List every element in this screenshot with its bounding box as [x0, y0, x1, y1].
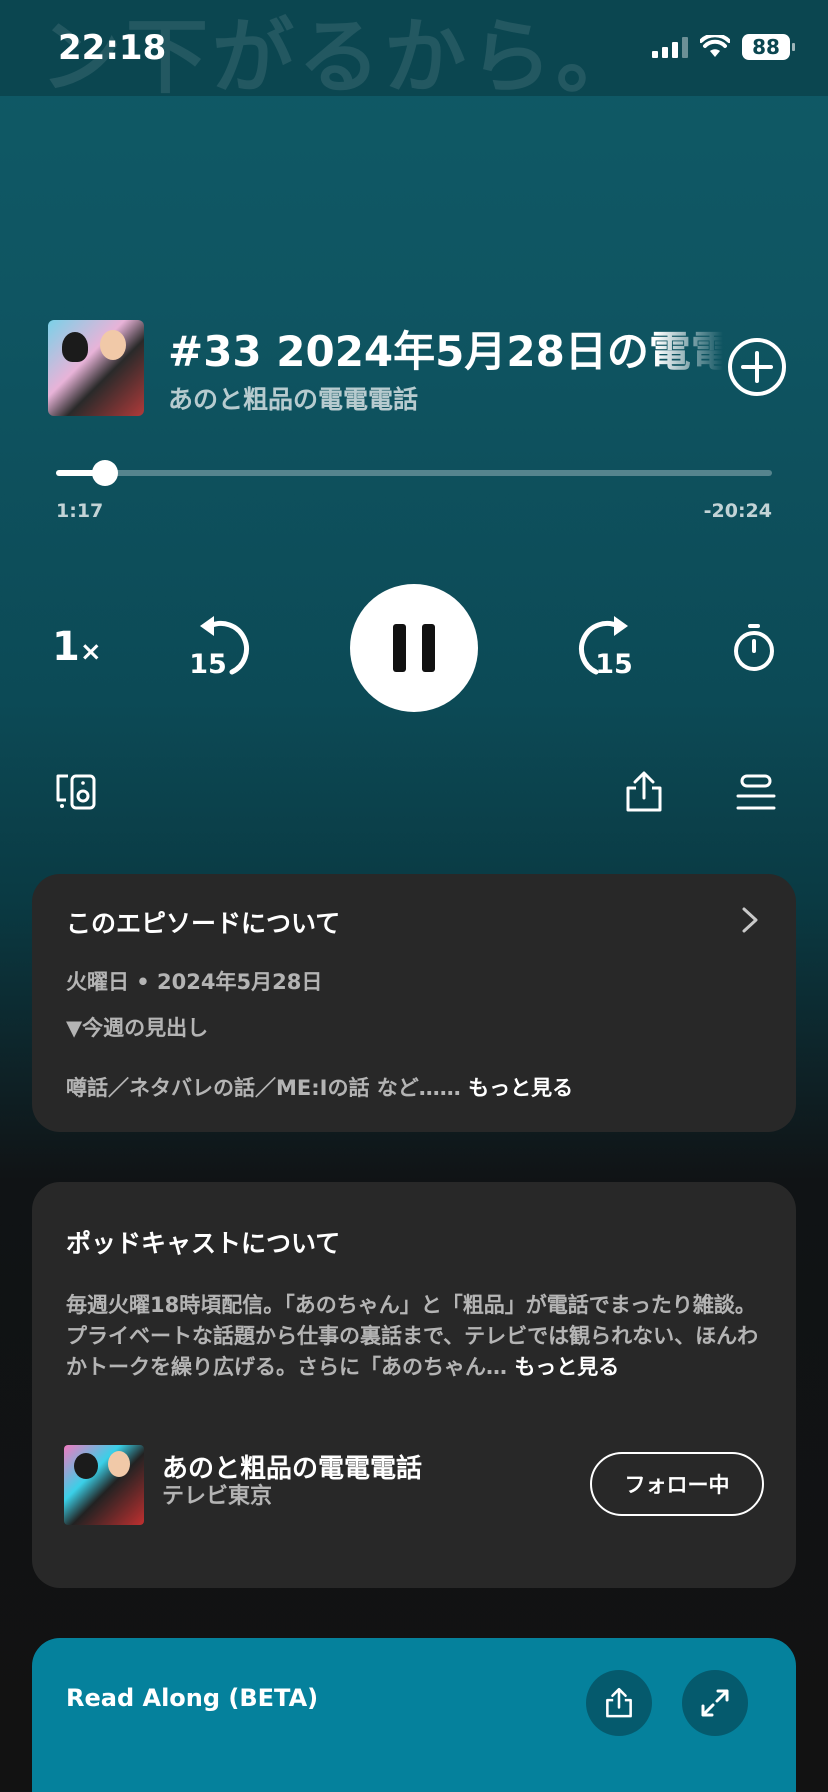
- episode-info-card[interactable]: このエピソードについて 火曜日 • 2024年5月28日 ▼今週の見出し 噂話／…: [32, 874, 796, 1132]
- skip-forward-button[interactable]: 15: [572, 612, 638, 682]
- time-elapsed: 1:17: [56, 500, 104, 522]
- read-along-expand-button[interactable]: [682, 1670, 748, 1736]
- add-to-library-icon[interactable]: [726, 336, 788, 398]
- playback-speed-button[interactable]: 1×: [52, 624, 102, 670]
- progress-bar[interactable]: [56, 460, 772, 486]
- secondary-actions: [0, 770, 828, 820]
- status-bar: ン下がるから。 22:18 88: [0, 0, 828, 105]
- episode-title[interactable]: #33 2024年5月28日の電電電話: [168, 318, 723, 379]
- episode-summary: 噂話／ネタバレの話／ME:Iの話 など…… もっと見る: [66, 1072, 573, 1102]
- speed-value: 1: [52, 624, 80, 670]
- podcast-info-card: ポッドキャストについて 毎週火曜18時頃配信。「あのちゃん」と「粗品」が電話でま…: [32, 1182, 796, 1588]
- speed-suffix: ×: [79, 637, 102, 667]
- queue-icon[interactable]: [734, 770, 778, 814]
- read-along-card[interactable]: Read Along (BETA): [32, 1638, 796, 1792]
- pause-icon-bar-right: [422, 624, 435, 672]
- battery-indicator: 88: [742, 34, 795, 60]
- episode-header: #33 2024年5月28日の電電電話 あのと粗品の電電電話: [48, 318, 788, 418]
- chevron-right-icon[interactable]: [740, 906, 760, 934]
- status-icons: 88: [652, 34, 795, 60]
- episode-info-title: このエピソードについて: [66, 909, 341, 938]
- cellular-signal-icon: [652, 36, 688, 58]
- episode-cover-art[interactable]: [48, 320, 144, 416]
- show-cover-art[interactable]: [64, 1445, 144, 1525]
- skip-back-seconds: 15: [189, 649, 227, 680]
- wifi-icon: [700, 35, 730, 57]
- episode-summary-text: 噂話／ネタバレの話／ME:Iの話 など……: [66, 1076, 461, 1100]
- pause-button[interactable]: [350, 584, 478, 712]
- skip-forward-seconds: 15: [595, 649, 633, 680]
- episode-headline: ▼今週の見出し: [66, 1016, 209, 1040]
- podcast-description-text: 毎週火曜18時頃配信。「あのちゃん」と「粗品」が電話でまったり雑談。プライベート…: [66, 1293, 759, 1379]
- share-icon[interactable]: [622, 770, 666, 814]
- episode-date: 火曜日 • 2024年5月28日: [66, 970, 323, 994]
- show-publisher: テレビ東京: [162, 1484, 273, 1509]
- sleep-timer-icon[interactable]: [732, 622, 776, 672]
- time-remaining: -20:24: [703, 500, 772, 522]
- share-icon: [606, 1687, 632, 1718]
- episode-more-link[interactable]: もっと見る: [468, 1076, 573, 1100]
- playback-controls: 1× 15 15: [0, 584, 828, 712]
- read-along-title: Read Along (BETA): [66, 1684, 319, 1712]
- expand-icon: [701, 1689, 729, 1717]
- podcast-more-link[interactable]: もっと見る: [514, 1355, 619, 1379]
- connect-device-icon[interactable]: [54, 770, 98, 814]
- follow-button[interactable]: フォロー中: [590, 1452, 764, 1516]
- skip-back-button[interactable]: 15: [189, 612, 256, 682]
- episode-show-name[interactable]: あのと粗品の電電電話: [168, 380, 418, 416]
- podcast-info-title: ポッドキャストについて: [66, 1229, 341, 1258]
- podcast-description: 毎週火曜18時頃配信。「あのちゃん」と「粗品」が電話でまったり雑談。プライベート…: [66, 1290, 766, 1383]
- read-along-share-button[interactable]: [586, 1670, 652, 1736]
- progress-thumb[interactable]: [91, 460, 118, 486]
- status-time: 22:18: [58, 28, 167, 68]
- pause-icon-bar-left: [393, 624, 406, 672]
